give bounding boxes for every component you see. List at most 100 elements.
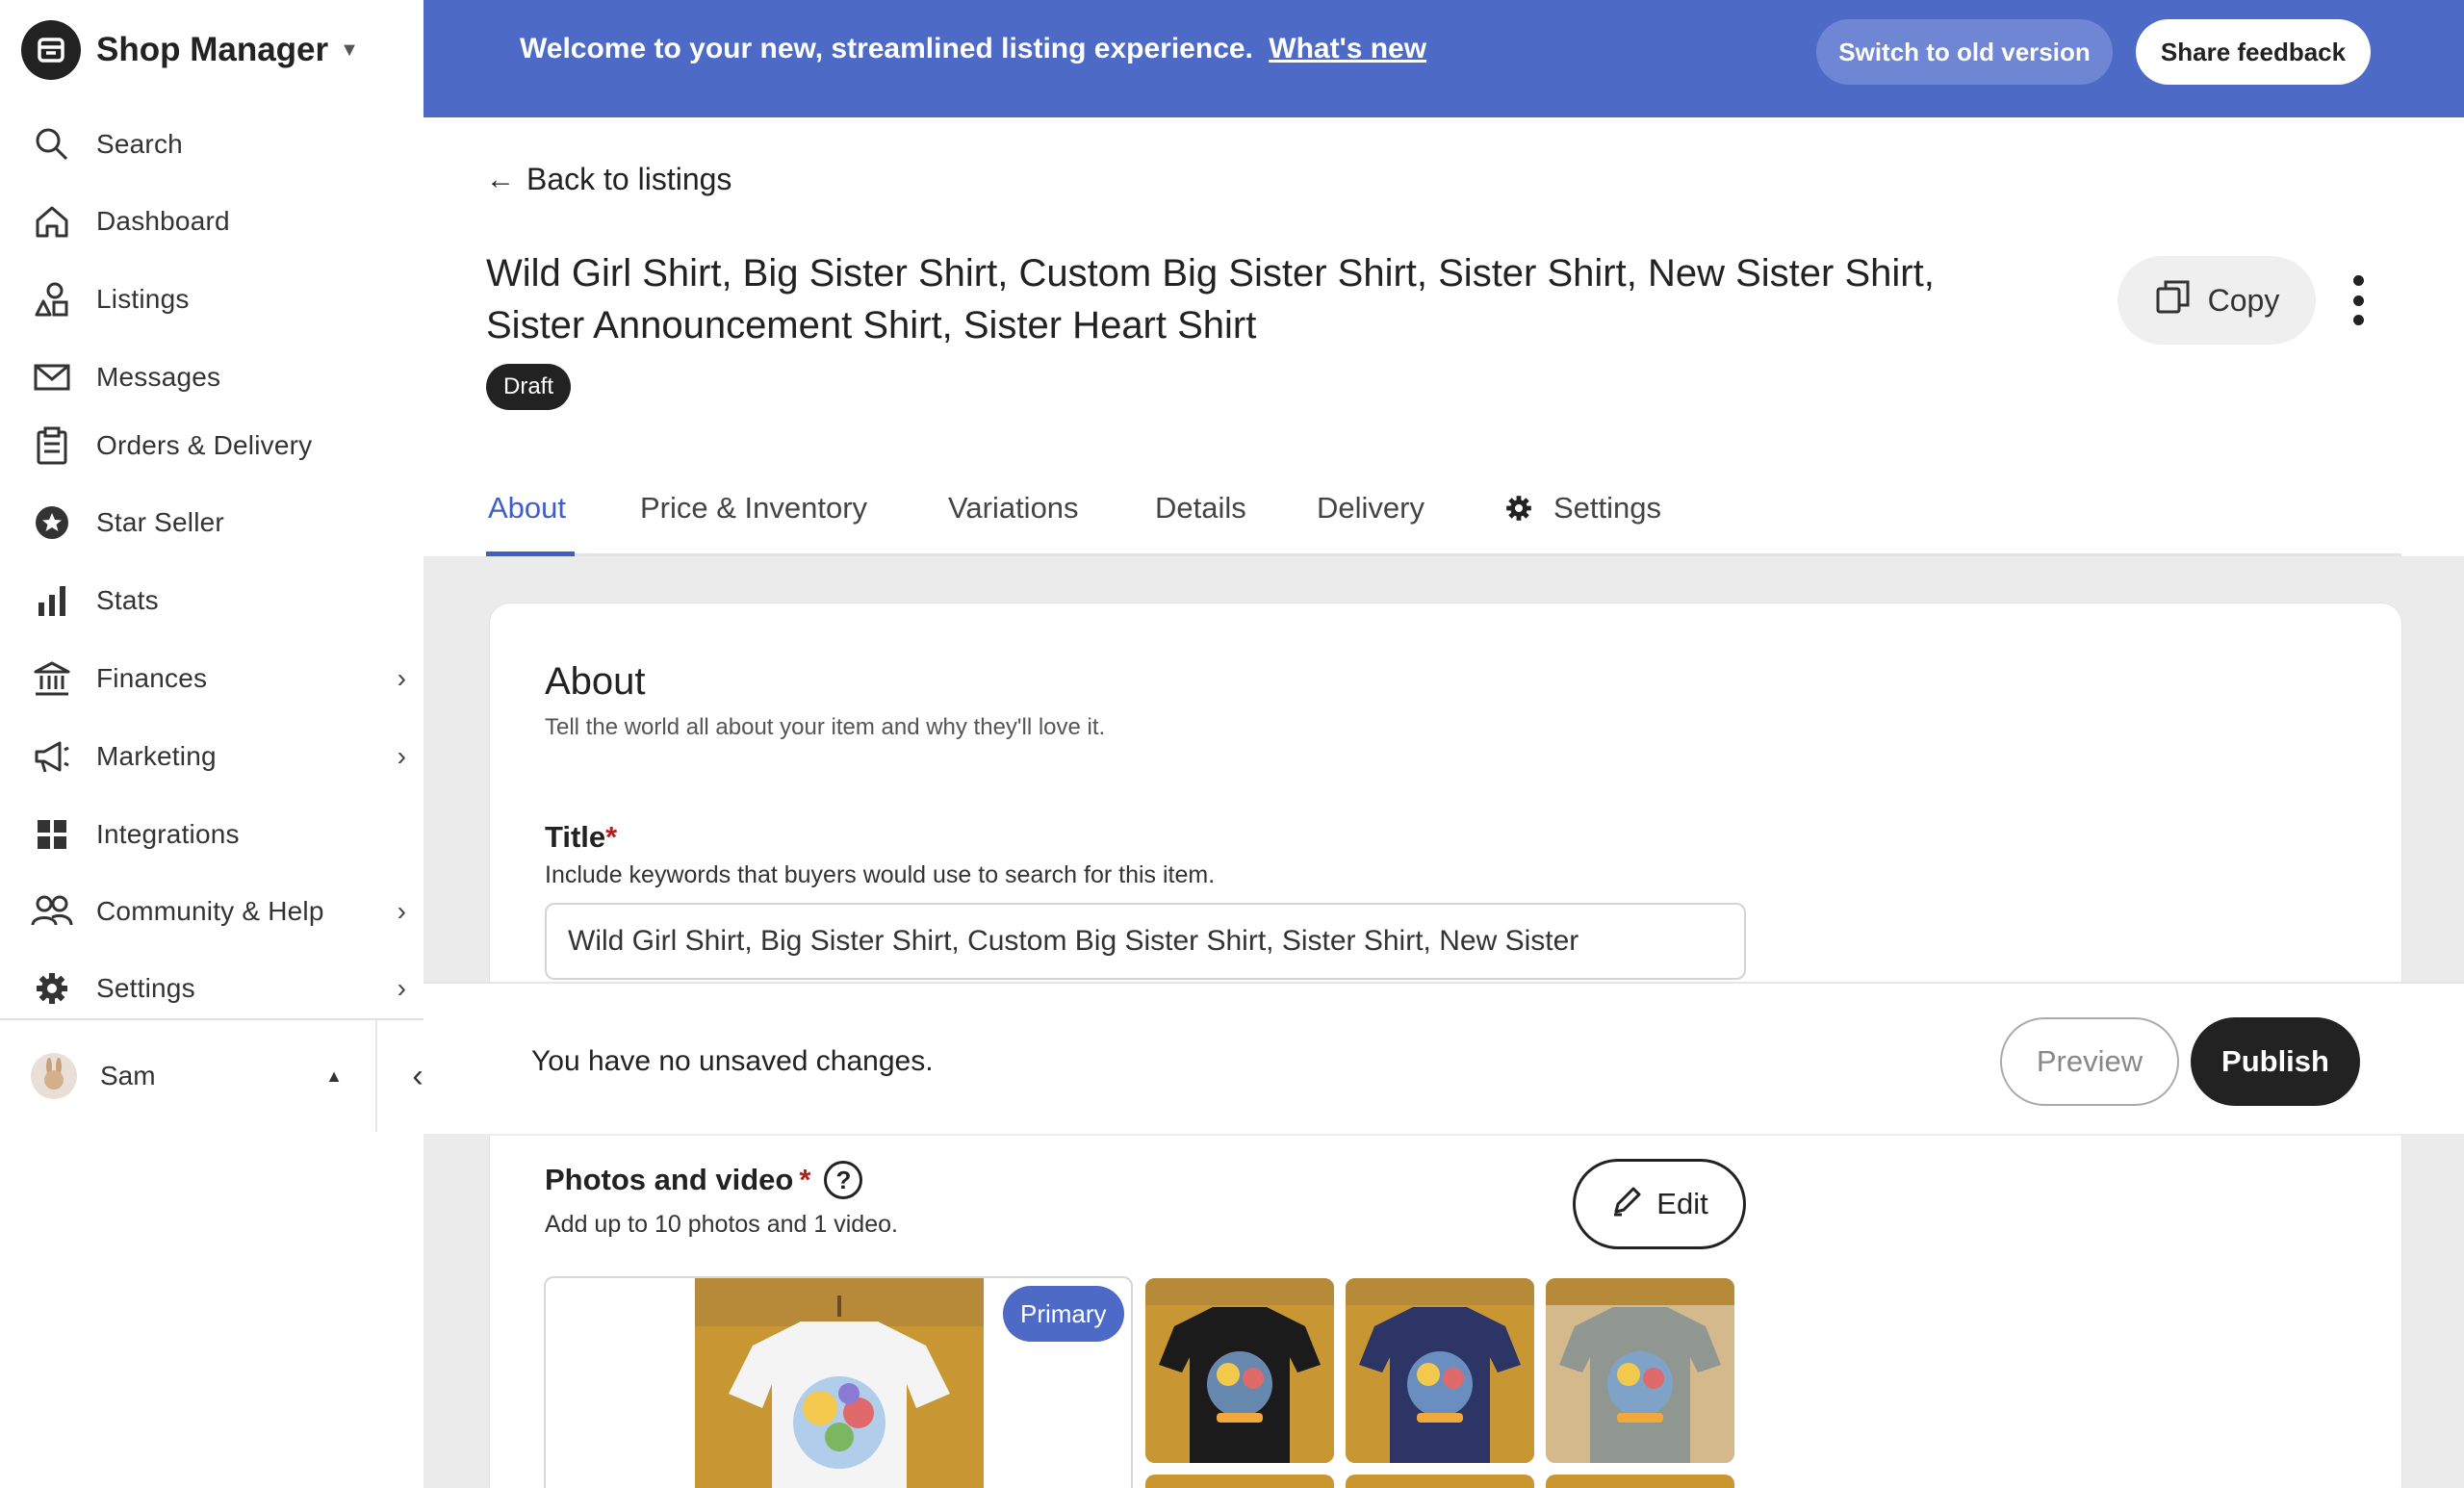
pencil-icon xyxy=(1610,1183,1645,1225)
title-input[interactable] xyxy=(545,903,1746,980)
switch-to-old-version-button[interactable]: Switch to old version xyxy=(1816,19,2113,85)
sidebar-item-settings[interactable]: Settings › xyxy=(0,955,424,1022)
primary-badge: Primary xyxy=(1003,1286,1124,1342)
about-heading: About xyxy=(545,660,646,703)
sidebar-item-listings[interactable]: Listings xyxy=(0,266,424,333)
shop-manager-title: Shop Manager xyxy=(96,31,329,68)
page-title: Wild Girl Shirt, Big Sister Shirt, Custo… xyxy=(486,252,1935,346)
gear-icon xyxy=(31,967,73,1010)
sidebar-item-label: Community & Help xyxy=(96,896,324,926)
sidebar-item-label: Search xyxy=(96,129,183,159)
save-status-message: You have no unsaved changes. xyxy=(531,1045,934,1077)
photos-field-label: Photos and video * ? xyxy=(545,1161,863,1199)
sidebar-item-messages[interactable]: Messages xyxy=(0,344,424,411)
back-to-listings-link[interactable]: ← Back to listings xyxy=(486,162,732,197)
sidebar: Shop Manager ▼ Search Dashboard Listings xyxy=(0,0,424,1488)
save-bar: You have no unsaved changes. Preview Pub… xyxy=(424,982,2464,1136)
shop-manager-logo-icon xyxy=(21,20,81,80)
sidebar-item-orders[interactable]: Orders & Delivery xyxy=(0,412,424,479)
chevron-left-icon: ‹ xyxy=(412,1057,424,1094)
sidebar-item-community-help[interactable]: Community & Help › xyxy=(0,878,424,945)
primary-photo xyxy=(695,1278,984,1488)
announcement-banner: Welcome to your new, streamlined listing… xyxy=(424,0,2464,117)
clipboard-icon xyxy=(31,424,73,467)
envelope-icon xyxy=(31,356,73,398)
photo-thumbnail[interactable] xyxy=(1346,1475,1534,1488)
photo-thumbnail[interactable] xyxy=(1346,1278,1534,1463)
sidebar-item-label: Star Seller xyxy=(96,507,224,537)
sidebar-item-stats[interactable]: Stats xyxy=(0,567,424,634)
tab-about[interactable]: About xyxy=(488,489,566,527)
tab-settings-label: Settings xyxy=(1553,491,1662,525)
copy-button[interactable]: Copy xyxy=(2118,256,2316,345)
title-field-help: Include keywords that buyers would use t… xyxy=(545,861,1216,888)
title-label-text: Title xyxy=(545,820,606,854)
photo-thumbnail[interactable] xyxy=(1145,1475,1334,1488)
banner-message: Welcome to your new, streamlined listing… xyxy=(520,33,1253,64)
required-mark: * xyxy=(799,1163,811,1196)
tab-details[interactable]: Details xyxy=(1155,489,1246,527)
avatar xyxy=(31,1053,77,1099)
sidebar-item-label: Finances xyxy=(96,663,208,693)
title-field-label: Title* xyxy=(545,820,617,855)
publish-button[interactable]: Publish xyxy=(2191,1017,2360,1106)
user-menu[interactable]: Sam ▲ xyxy=(0,1020,377,1132)
status-badge: Draft xyxy=(486,364,572,410)
share-feedback-button[interactable]: Share feedback xyxy=(2136,19,2371,85)
tab-price-inventory[interactable]: Price & Inventory xyxy=(640,489,867,527)
required-mark: * xyxy=(605,820,618,854)
star-badge-icon xyxy=(31,501,73,544)
grid-icon xyxy=(31,813,73,856)
edit-photos-button[interactable]: Edit xyxy=(1573,1159,1746,1249)
chevron-down-icon: ▼ xyxy=(340,38,359,61)
sidebar-item-label: Messages xyxy=(96,362,221,392)
photo-thumbnail[interactable] xyxy=(1145,1278,1334,1463)
bar-chart-icon xyxy=(31,579,73,622)
tab-settings[interactable]: Settings xyxy=(1503,489,1661,527)
photos-label-text: Photos and video xyxy=(545,1163,794,1196)
search-icon xyxy=(31,123,73,166)
sidebar-item-label: Integrations xyxy=(96,819,240,849)
gear-icon xyxy=(1503,493,1534,524)
sidebar-item-dashboard[interactable]: Dashboard xyxy=(0,188,424,255)
listing-tabs: About Price & Inventory Variations Detai… xyxy=(486,481,2401,556)
arrow-left-icon: ← xyxy=(486,163,515,195)
chevron-right-icon: › xyxy=(397,973,406,1003)
people-icon xyxy=(31,890,73,933)
megaphone-icon xyxy=(31,735,73,778)
user-name: Sam xyxy=(100,1061,156,1090)
whats-new-link[interactable]: What's new xyxy=(1269,33,1426,64)
back-label: Back to listings xyxy=(526,162,732,196)
copy-icon xyxy=(2154,277,2193,323)
sidebar-item-star-seller[interactable]: Star Seller xyxy=(0,489,424,556)
chevron-right-icon: › xyxy=(397,663,406,693)
banner-text: Welcome to your new, streamlined listing… xyxy=(520,33,1426,65)
shapes-icon xyxy=(31,278,73,321)
edit-label: Edit xyxy=(1656,1187,1708,1220)
sidebar-item-search[interactable]: Search xyxy=(0,111,424,178)
shop-manager-menu[interactable]: Shop Manager ▼ xyxy=(21,19,359,81)
chevron-right-icon: › xyxy=(397,896,406,926)
preview-button[interactable]: Preview xyxy=(2000,1017,2179,1106)
sidebar-item-label: Listings xyxy=(96,284,190,314)
bank-icon xyxy=(31,657,73,700)
more-options-icon[interactable] xyxy=(2339,269,2377,331)
chevron-up-icon: ▲ xyxy=(325,1065,343,1086)
chevron-right-icon: › xyxy=(397,741,406,771)
tab-delivery[interactable]: Delivery xyxy=(1317,489,1424,527)
photo-thumbnail[interactable] xyxy=(1546,1475,1734,1488)
copy-label: Copy xyxy=(2207,282,2280,318)
sidebar-item-finances[interactable]: Finances › xyxy=(0,645,424,712)
sidebar-item-label: Dashboard xyxy=(96,206,230,236)
tab-variations[interactable]: Variations xyxy=(948,489,1079,527)
sidebar-item-label: Marketing xyxy=(96,741,217,771)
photo-thumbnail[interactable] xyxy=(1546,1278,1734,1463)
sidebar-item-label: Orders & Delivery xyxy=(96,430,313,460)
help-icon[interactable]: ? xyxy=(824,1161,863,1199)
sidebar-item-marketing[interactable]: Marketing › xyxy=(0,723,424,790)
home-icon xyxy=(31,200,73,243)
photos-field-help: Add up to 10 photos and 1 video. xyxy=(545,1211,898,1238)
about-subheading: Tell the world all about your item and w… xyxy=(545,714,1106,740)
sidebar-item-label: Stats xyxy=(96,585,159,615)
sidebar-item-integrations[interactable]: Integrations xyxy=(0,801,424,868)
